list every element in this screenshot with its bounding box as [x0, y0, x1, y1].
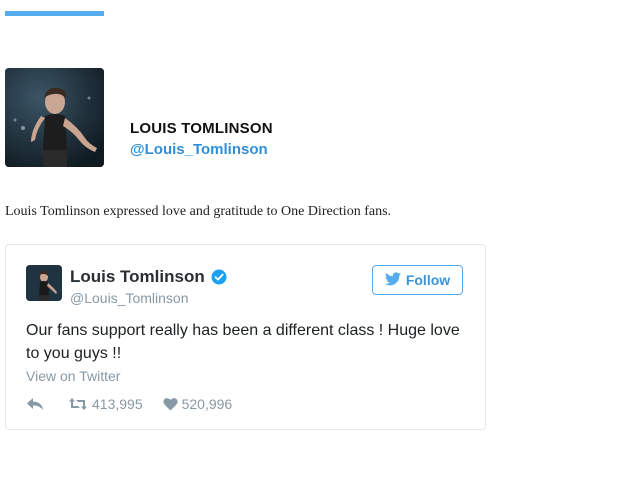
tweet-author-handle[interactable]: @Louis_Tomlinson [70, 290, 189, 306]
tweet-author-name[interactable]: Louis Tomlinson [70, 267, 205, 287]
retweet-count: 413,995 [92, 396, 143, 412]
tweet-author-name-row[interactable]: Louis Tomlinson [70, 267, 227, 287]
reply-button[interactable] [26, 397, 44, 411]
like-button[interactable]: 520,996 [163, 396, 233, 412]
like-count: 520,996 [181, 396, 233, 412]
profile-avatar[interactable] [5, 68, 104, 167]
retweet-button[interactable]: 413,995 [68, 396, 143, 412]
verified-badge-icon [211, 269, 227, 285]
twitter-bird-icon [384, 271, 401, 289]
reply-icon [26, 397, 44, 411]
embedded-tweet: Louis Tomlinson @Louis_Tomlinson Follow … [5, 244, 486, 430]
article-caption: Louis Tomlinson expressed love and grati… [5, 204, 392, 219]
profile-name: LOUIS TOMLINSON [130, 120, 273, 137]
accent-bar [5, 11, 104, 16]
follow-button[interactable]: Follow [372, 265, 463, 295]
view-on-twitter-link[interactable]: View on Twitter [26, 368, 120, 384]
tweet-author-avatar[interactable] [26, 265, 62, 301]
profile-handle-link[interactable]: @Louis_Tomlinson [130, 141, 268, 158]
retweet-icon [68, 397, 88, 411]
tweet-text: Our fans support really has been a diffe… [26, 322, 460, 362]
follow-label: Follow [405, 272, 451, 288]
heart-icon [163, 397, 178, 411]
tweet-actions: 413,995 520,996 [26, 396, 232, 412]
